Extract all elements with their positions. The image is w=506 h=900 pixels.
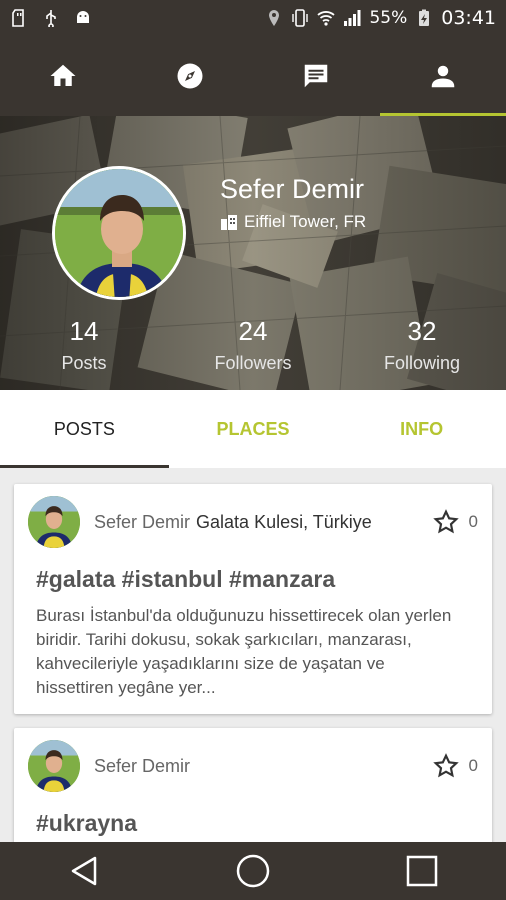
android-debug-icon (77, 11, 89, 23)
stat-followers-label: Followers (214, 353, 292, 373)
stat-posts[interactable]: 14 Posts (0, 316, 168, 374)
author-photo (28, 740, 80, 792)
status-right: 55% 03:41 (265, 7, 496, 29)
usb-icon (46, 10, 56, 27)
vibrate-icon (292, 9, 309, 27)
system-nav-bar (0, 842, 506, 900)
stat-following-value: 32 (407, 316, 437, 346)
post-author[interactable]: Sefer Demir (94, 512, 190, 533)
stat-followers-value: 24 (238, 316, 268, 346)
post-card[interactable]: Sefer Demir Galata Kulesi, Türkiye 0 #ga… (14, 484, 492, 714)
post-star-count: 0 (468, 756, 478, 775)
app-nav (0, 36, 506, 116)
post-text[interactable]: Burası İstanbul'da olduğunuzu hissettire… (36, 604, 456, 700)
stat-posts-value: 14 (69, 316, 99, 346)
post-author[interactable]: Sefer Demir (94, 756, 190, 777)
chat-icon (305, 64, 328, 88)
profile-name: Sefer Demir (220, 174, 365, 204)
status-bar: 55% 03:41 (0, 0, 506, 36)
star-outline-icon[interactable] (432, 753, 459, 779)
clock: 03:41 (441, 7, 496, 29)
stat-following-label: Following (383, 353, 461, 373)
stat-posts-label: Posts (61, 353, 107, 373)
post-header: Sefer Demir Galata Kulesi, Türkiye 0 (28, 496, 478, 548)
stat-following[interactable]: 32 Following (338, 316, 506, 374)
building-icon (221, 215, 237, 230)
post-card[interactable]: Sefer Demir 0 #ukrayna (14, 728, 492, 842)
profile-header: Sefer Demir Eiffiel Tower, FR 14 Posts 2… (0, 116, 506, 390)
home-icon (50, 64, 76, 86)
post-favorite[interactable]: 0 (432, 509, 478, 535)
post-favorite[interactable]: 0 (432, 753, 478, 779)
star-outline-icon[interactable] (432, 509, 459, 535)
battery-charging-icon (419, 9, 430, 26)
stat-followers[interactable]: 24 Followers (169, 316, 337, 374)
tab-places[interactable]: PLACES (169, 390, 338, 468)
post-title[interactable]: #ukrayna (36, 810, 137, 837)
nav-messages[interactable] (253, 36, 380, 116)
status-left-icons (10, 9, 92, 27)
recents-icon[interactable] (405, 854, 439, 888)
home-circle-icon[interactable] (235, 853, 271, 889)
back-icon[interactable] (67, 854, 101, 888)
tab-posts[interactable]: POSTS (0, 390, 169, 468)
signal-icon (344, 10, 361, 26)
nav-explore[interactable] (127, 36, 254, 116)
tab-info[interactable]: INFO (337, 390, 506, 468)
nav-home[interactable] (0, 36, 127, 116)
author-photo (28, 496, 80, 548)
post-star-count: 0 (468, 512, 478, 531)
profile-tabs: POSTS PLACES INFO (0, 390, 506, 468)
post-title[interactable]: #galata #istanbul #manzara (36, 566, 335, 593)
post-author-avatar[interactable] (28, 740, 80, 792)
nav-profile[interactable] (379, 36, 506, 116)
wifi-icon (317, 11, 336, 26)
profile-location-text: Eiffiel Tower, FR (244, 212, 367, 231)
posts-feed[interactable]: Sefer Demir Galata Kulesi, Türkiye 0 #ga… (0, 468, 506, 842)
battery-percent: 55% (369, 8, 408, 28)
profile-photo (55, 169, 183, 297)
profile-avatar[interactable] (52, 166, 186, 300)
post-header: Sefer Demir 0 (28, 740, 478, 792)
post-place[interactable]: Galata Kulesi, Türkiye (196, 512, 372, 533)
compass-icon (177, 63, 203, 89)
sd-card-icon (12, 9, 24, 27)
profile-location[interactable]: Eiffiel Tower, FR (220, 212, 366, 232)
post-author-avatar[interactable] (28, 496, 80, 548)
location-icon (269, 10, 280, 26)
person-icon (431, 65, 454, 88)
